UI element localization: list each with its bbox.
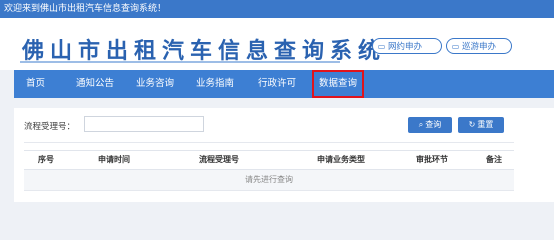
column-header: 审批环节 [416,155,448,164]
monitor-icon: ▭ [377,42,386,51]
title-underline [20,61,340,63]
nav-item-license[interactable]: 行政许可 [258,70,296,98]
column-header: 序号 [38,155,54,164]
column-header: 备注 [486,155,502,164]
results-table: 序号 申请时间 流程受理号 申请业务类型 审批环节 备注 请先进行查询 [24,150,514,191]
query-button[interactable]: ⌕ 查询 [408,117,452,133]
search-icon: ⌕ [418,120,424,129]
column-header: 申请时间 [98,155,130,164]
nav-item-data-query[interactable]: 数据查询 [312,70,365,98]
column-header: 流程受理号 [199,155,239,164]
nav-item-consult[interactable]: 业务咨询 [136,70,174,98]
reset-button[interactable]: ↻ 重置 [458,117,504,133]
cruise-taxi-apply-button[interactable]: ▭ 巡游申办 [446,38,512,54]
monitor-icon: ▭ [451,42,460,51]
search-label: 流程受理号： [24,122,76,132]
nav-item-guide[interactable]: 业务指南 [196,70,234,98]
top-welcome-bar: 欢迎来到佛山市出租汽车信息查询系统！ [0,0,554,18]
nav-item-notices[interactable]: 通知公告 [76,70,114,98]
nav-item-home[interactable]: 首页 [26,70,45,98]
divider [24,142,514,143]
process-number-input[interactable] [84,116,204,132]
empty-state-row: 请先进行查询 [24,170,514,191]
main-nav: 首页 通知公告 业务咨询 业务指南 行政许可 数据查询 [14,70,554,98]
site-header: 佛山市出租汽车信息查询系统 ▭ 网约申办 ▭ 巡游申办 [0,18,554,70]
online-ride-apply-button[interactable]: ▭ 网约申办 [372,38,442,54]
column-header: 申请业务类型 [317,155,365,164]
refresh-icon: ↻ [468,120,476,129]
table-header: 序号 申请时间 流程受理号 申请业务类型 审批环节 备注 [24,150,514,170]
query-panel: 流程受理号： ⌕ 查询 ↻ 重置 序号 申请时间 流程受理号 申请业务类型 审批环节… [14,108,554,202]
welcome-text: 欢迎来到佛山市出租汽车信息查询系统！ [4,4,167,14]
